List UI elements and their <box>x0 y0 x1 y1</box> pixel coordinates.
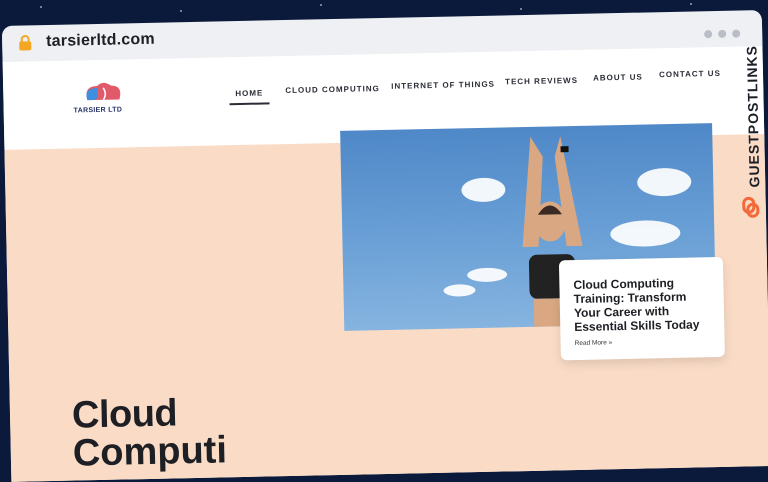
nav-home[interactable]: HOME <box>235 89 263 99</box>
guestpostlinks-badge: GUESTPOSTLINKS <box>736 28 766 229</box>
hero-section: Cloud Computing Training: Transform Your… <box>4 123 768 482</box>
featured-post-title[interactable]: Cloud Computing Training: Transform Your… <box>573 275 714 334</box>
url-text[interactable]: tarsierltd.com <box>46 31 155 51</box>
nav-internet-of-things[interactable]: INTERNET OF THINGS <box>391 80 495 91</box>
logo-icon[interactable] <box>73 79 134 124</box>
nav-contact-us[interactable]: CONTACT US <box>659 69 721 79</box>
read-more-link[interactable]: Read More » <box>575 339 613 347</box>
guestpostlinks-label: GUESTPOSTLINKS <box>743 44 763 188</box>
featured-post-card[interactable]: Cloud Computing Training: Transform Your… <box>558 256 725 361</box>
nav-cloud-computing[interactable]: CLOUD COMPUTING <box>285 84 380 95</box>
nav-about-us[interactable]: ABOUT US <box>593 73 643 83</box>
web-page: TARSIER LTD HOME CLOUD COMPUTING INTERNE… <box>2 46 768 482</box>
window-controls <box>698 25 741 44</box>
hero-heading-line-2: Computi <box>72 429 228 475</box>
lock-icon <box>18 34 32 55</box>
logo-text: TARSIER LTD <box>73 106 123 115</box>
browser-window: tarsierltd.com TARSIER LTD HOME CLOUD CO… <box>0 0 768 482</box>
nav-tech-reviews[interactable]: TECH REVIEWS <box>505 76 578 87</box>
